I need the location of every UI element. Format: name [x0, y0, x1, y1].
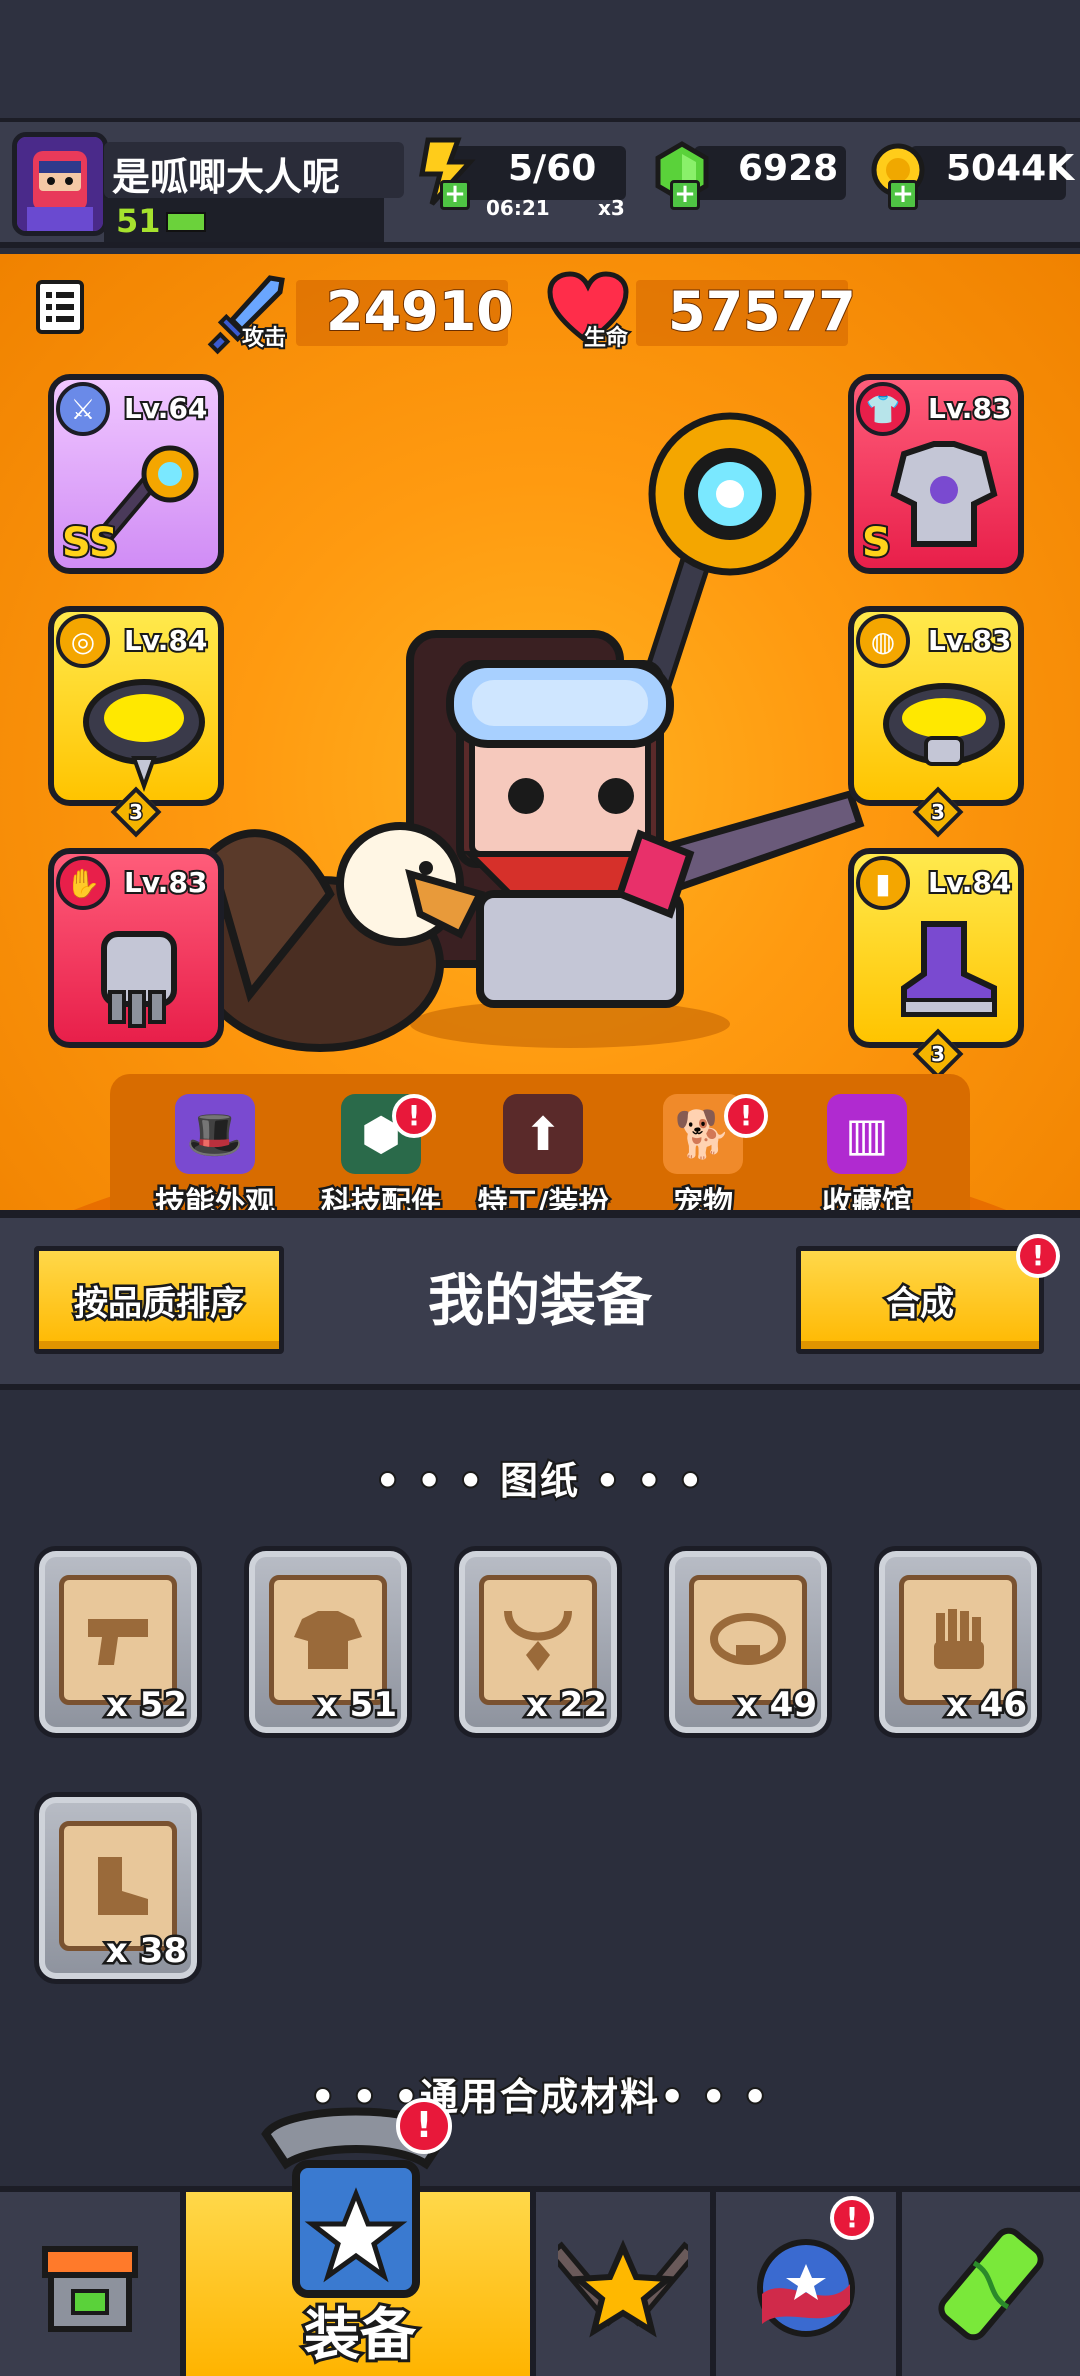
player-level: 51 — [116, 202, 161, 240]
coins-value: 5044K — [946, 148, 1075, 189]
nav-shop-tab[interactable] — [0, 2192, 180, 2376]
collection-icon: ▥ — [827, 1094, 907, 1174]
xp-bar — [166, 212, 206, 232]
glove-type-icon: ✋ — [56, 856, 110, 910]
blueprints-title: • • • 图纸 • • • — [373, 1457, 705, 1505]
blueprint-item[interactable]: x 49 — [664, 1546, 832, 1738]
gear-level: Lv.83 — [122, 864, 209, 901]
nav-lab-tab[interactable] — [896, 2192, 1080, 2376]
boot-type-icon: ▮ — [856, 856, 910, 910]
blueprint-count: x 46 — [943, 1683, 1029, 1728]
blueprint-item[interactable]: x 38 — [34, 1792, 202, 1984]
shop-icon — [42, 2246, 138, 2332]
materials-title: • • •通用合成材料• • • — [309, 2073, 770, 2121]
gear-grade: S — [860, 518, 893, 568]
gear-grade: SS — [60, 518, 120, 568]
gear-slot-belt[interactable]: ◍ Lv.83 — [848, 606, 1024, 806]
player-avatar[interactable] — [12, 132, 108, 236]
blueprint-count: x 51 — [313, 1683, 399, 1728]
sort-by-quality-button[interactable]: 按品质排序 — [34, 1246, 284, 1354]
blueprint-item[interactable]: x 46 — [874, 1546, 1042, 1738]
necklace-type-icon: ◎ — [56, 614, 110, 668]
agent-outfit-icon: ⬆ — [503, 1094, 583, 1174]
tech-parts-button[interactable]: ⬢ 科技配件 — [296, 1094, 466, 1224]
gauntlet-item-icon — [101, 931, 177, 1028]
star-swords-icon — [558, 2239, 688, 2338]
tech-parts-alert-badge: ! — [392, 1094, 436, 1138]
boot-item-icon — [901, 921, 997, 1017]
gear-level: Lv.84 — [926, 864, 1013, 901]
gear-slot-gloves[interactable]: ✋ Lv.83 — [48, 848, 224, 1048]
nav-battle-tab[interactable] — [530, 2192, 710, 2376]
pets-alert-badge: ! — [724, 1094, 768, 1138]
player-name: 是呱唧大人呢 — [112, 155, 341, 199]
spiked-necklace-icon — [83, 679, 205, 792]
skill-skin-icon: 🎩 — [175, 1094, 255, 1174]
hero-character[interactable] — [196, 334, 870, 1134]
hero-showcase: 攻击 24910 生命 57577 ⚔ Lv.64 SS ◎ Lv.84 3 ✋… — [0, 254, 1080, 1210]
status-bar — [0, 0, 1080, 118]
gear-slot-weapon[interactable]: ⚔ Lv.64 SS — [48, 374, 224, 574]
gems-value: 6928 — [738, 148, 839, 189]
dna-capsule-icon — [938, 2227, 1044, 2341]
gear-level: Lv.83 — [926, 390, 1013, 427]
add-gems-button[interactable]: + — [670, 180, 700, 210]
gacha-alert-badge: ! — [830, 2196, 874, 2240]
gear-slot-armor[interactable]: 👕 Lv.83 S — [848, 374, 1024, 574]
gear-level: Lv.83 — [926, 622, 1013, 659]
energy-multiplier: x3 — [598, 196, 625, 220]
energy-value: 5/60 — [508, 148, 597, 189]
blueprint-item[interactable]: x 22 — [454, 1546, 622, 1738]
blueprint-count: x 38 — [103, 1929, 189, 1974]
energy-timer: 06:21 — [486, 196, 550, 220]
star-egg-icon — [757, 2239, 855, 2337]
blueprint-count: x 22 — [523, 1683, 609, 1728]
armor-item-icon — [890, 441, 998, 547]
collection-button[interactable]: ▥ 收藏馆 — [782, 1094, 952, 1224]
merge-button[interactable]: 合成 — [796, 1246, 1044, 1354]
agent-outfit-button[interactable]: ⬆ 特工/装扮 — [458, 1094, 628, 1224]
add-coins-button[interactable]: + — [888, 180, 918, 210]
gear-slot-boots[interactable]: ▮ Lv.84 — [848, 848, 1024, 1048]
belt-type-icon: ◍ — [856, 614, 910, 668]
blueprint-count: x 52 — [103, 1683, 189, 1728]
nav-equipment-tab[interactable]: 装备 — [180, 2107, 530, 2376]
equipment-title: 我的装备 — [428, 1269, 652, 1334]
equipment-alert-badge: ! — [396, 2098, 452, 2154]
gear-level: Lv.84 — [122, 622, 209, 659]
add-energy-button[interactable]: + — [440, 180, 470, 210]
blueprint-item[interactable]: x 51 — [244, 1546, 412, 1738]
menu-icon[interactable] — [36, 280, 84, 334]
gear-slot-necklace[interactable]: ◎ Lv.84 — [48, 606, 224, 806]
merge-alert-badge: ! — [1016, 1234, 1060, 1278]
nav-equipment-label: 装备 — [301, 2300, 419, 2371]
blueprint-item[interactable]: x 52 — [34, 1546, 202, 1738]
belt-item-icon — [883, 683, 1005, 766]
blueprint-count: x 49 — [733, 1683, 819, 1728]
skill-skin-button[interactable]: 🎩 技能外观 — [130, 1094, 300, 1224]
